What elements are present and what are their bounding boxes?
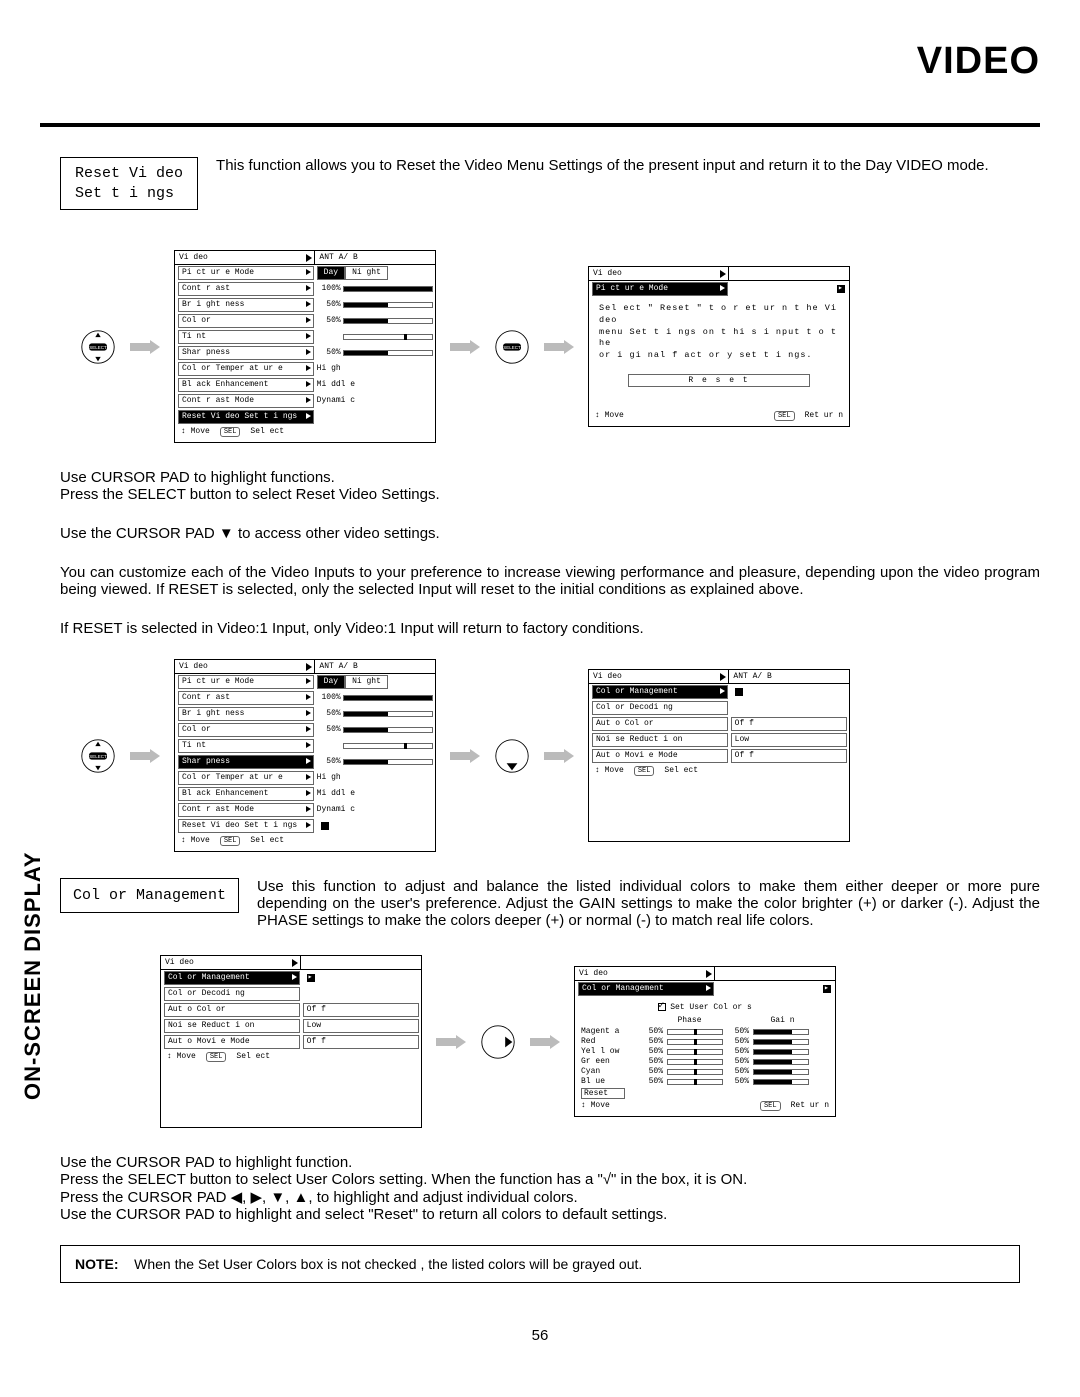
- osd-user-colors: Vi deo Col or Management▸ Set User Col o…: [574, 966, 836, 1117]
- note-box: NOTE: When the Set User Colors box is no…: [60, 1245, 1020, 1283]
- flow-arrow-icon: [544, 338, 574, 356]
- flow-arrow-icon: [450, 747, 480, 765]
- flow-arrow-icon: [544, 747, 574, 765]
- osd-video-menu-2: Vi deo ANT A/ B Pi ct ur e ModeDayNi ght…: [174, 659, 436, 852]
- instruction-text: You can customize each of the Video Inpu…: [60, 564, 1040, 598]
- cursor-pad-down-icon: [494, 738, 530, 774]
- page-title: VIDEO: [40, 40, 1040, 83]
- flow-arrow-icon: [130, 338, 160, 356]
- flow-arrow-icon: [530, 1033, 560, 1051]
- flow-arrow-icon: [450, 338, 480, 356]
- sidebar-title: ON-SCREEN DISPLAY: [20, 820, 46, 1100]
- cursor-pad-icon: SELECT: [80, 738, 116, 774]
- osd-reset-dialog: Vi deo Pi ct ur e Mode▸ Sel ect " Reset …: [588, 266, 850, 427]
- page-number: 56: [40, 1327, 1040, 1344]
- page-subrule: [40, 126, 1040, 127]
- reset-video-settings-label: Reset Vi deo Set t i ngs: [60, 157, 198, 210]
- instruction-text: If RESET is selected in Video:1 Input, o…: [60, 620, 1040, 637]
- flow-arrow-icon: [130, 747, 160, 765]
- osd-video-menu: Vi deo ANT A/ B Pi ct ur e ModeDayNi ght…: [174, 250, 436, 443]
- svg-text:SELECT: SELECT: [89, 344, 107, 349]
- color-management-description: Use this function to adjust and balance …: [257, 878, 1040, 929]
- reset-video-description: This function allows you to Reset the Vi…: [216, 157, 1040, 210]
- cursor-pad-right-icon: [480, 1024, 516, 1060]
- color-management-label: Col or Management: [60, 878, 239, 913]
- cursor-pad-icon: SELECT: [80, 329, 116, 365]
- cursor-pad-select-icon: SELECT: [494, 329, 530, 365]
- instruction-text: Use the CURSOR PAD ▼ to access other vid…: [60, 525, 1040, 542]
- instruction-text: Use the CURSOR PAD to highlight function…: [60, 1154, 1040, 1223]
- osd-color-management-menu-2: Vi deo Col or Management▸ Col or Decodi …: [160, 955, 422, 1128]
- osd-color-management-menu: Vi deo ANT A/ B Col or Management Col or…: [588, 669, 850, 842]
- instruction-text: Use CURSOR PAD to highlight functions. P…: [60, 469, 1040, 503]
- svg-text:SELECT: SELECT: [503, 344, 521, 349]
- flow-arrow-icon: [436, 1033, 466, 1051]
- svg-text:SELECT: SELECT: [89, 753, 107, 758]
- osd-reset-button[interactable]: R e s e t: [628, 374, 810, 387]
